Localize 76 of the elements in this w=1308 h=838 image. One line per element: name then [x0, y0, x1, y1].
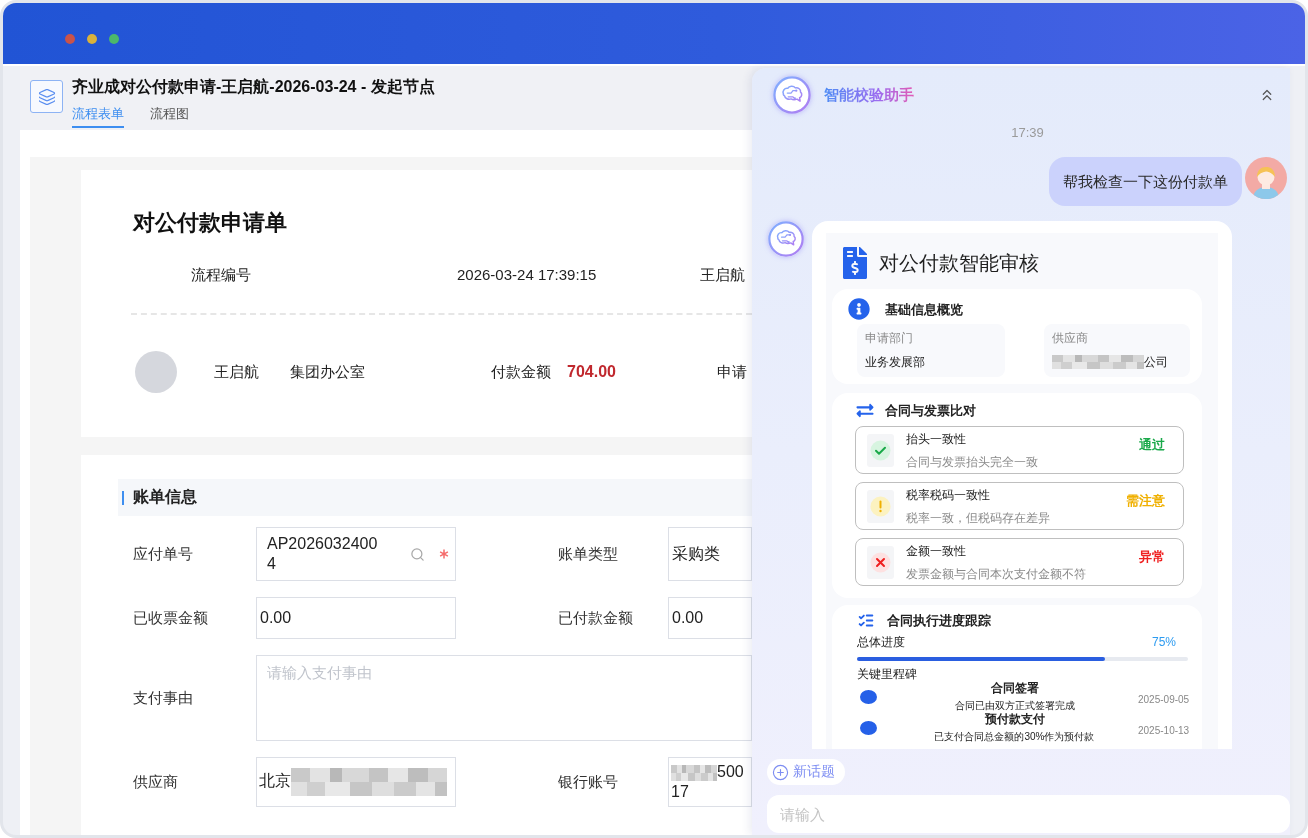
- check-title: 抬头一致性: [906, 430, 966, 447]
- milestone-detail: 合同已由双方正式签署完成: [954, 699, 1075, 712]
- section-heading: 基础信息概览: [885, 300, 963, 318]
- field-label: 申请: [717, 362, 747, 382]
- info-value: 公司: [1144, 354, 1168, 370]
- department-text: 集团办公室: [290, 362, 366, 382]
- check-title: 税率税码一致性: [906, 486, 990, 503]
- timestamp: 17:39: [1011, 126, 1044, 140]
- textarea-field[interactable]: 请输入支付事由: [256, 655, 752, 741]
- status-text: 异常: [1139, 548, 1165, 566]
- brain-chat-icon: [773, 76, 811, 114]
- progress-reading: 75%: [1151, 635, 1176, 649]
- check-mark-icon: [867, 433, 894, 467]
- form-title: 对公付款申请单: [133, 209, 287, 237]
- search-icon[interactable]: [410, 546, 425, 562]
- document-dollar-icon: [843, 247, 867, 279]
- assistant-title: 智能校验助手: [824, 85, 914, 105]
- lookup-field[interactable]: AP20260324004: [256, 527, 456, 581]
- milestone-date: 2025-10-13: [1138, 725, 1188, 736]
- process-number-label: 流程编号: [191, 265, 252, 285]
- swap-arrows-icon: [855, 402, 875, 419]
- check-detail: 税率一致，但税码存在差异: [906, 509, 1050, 526]
- exclamation-icon: [867, 489, 894, 523]
- date-time-text: 2026-03-24 17:39:15: [457, 265, 598, 285]
- text-field[interactable]: 50017: [668, 757, 752, 807]
- milestones-heading: 关键里程碑: [857, 667, 917, 681]
- milestone-title: 预付款支付: [984, 712, 1045, 727]
- plus-circle-icon: [772, 763, 789, 781]
- layers-icon: [30, 80, 63, 113]
- field-label: 供应商: [133, 771, 179, 792]
- field-label: 银行账号: [558, 771, 619, 792]
- section-heading: 合同与发票比对: [885, 402, 976, 419]
- field-label: 支付事由: [133, 687, 194, 708]
- info-icon: [848, 298, 870, 320]
- close-dot-icon[interactable]: [65, 34, 75, 44]
- applicant-name: 王启航: [214, 362, 260, 382]
- minimize-dot-icon[interactable]: [87, 34, 97, 44]
- check-title: 金额一致性: [906, 542, 966, 559]
- cross-icon: [867, 545, 894, 579]
- tab[interactable]: 流程图: [150, 105, 189, 128]
- page-title: 齐业成对公付款申请-王启航-2026-03-24 - 发起节点: [72, 77, 435, 97]
- field-label: 已付款金额: [558, 607, 634, 628]
- amount-label: 付款金额: [491, 362, 551, 382]
- milestone-detail: 已支付合同总金额的30%作为预付款: [934, 730, 1095, 743]
- amount-value: 704.00: [567, 363, 617, 381]
- field-label: 账单类型: [558, 543, 619, 564]
- text-field[interactable]: 采购类: [668, 527, 752, 581]
- avatar-photo-placeholder: [135, 351, 177, 393]
- info-label: 供应商: [1052, 330, 1088, 346]
- text-field[interactable]: 北京: [256, 757, 456, 807]
- field-label: 应付单号: [133, 543, 194, 564]
- user-avatar-icon: [1245, 157, 1287, 199]
- input-field[interactable]: 请输入: [767, 795, 1290, 833]
- check-detail: 发票金额与合同本次支付金额不符: [906, 565, 1086, 582]
- status-text: 需注意: [1126, 492, 1165, 510]
- check-detail: 合同与发票抬头完全一致: [906, 453, 1038, 470]
- info-label: 申请部门: [865, 330, 913, 346]
- report-title: 对公付款智能审核: [879, 251, 1039, 276]
- text-field[interactable]: 0.00: [668, 597, 752, 639]
- checklist-icon: [857, 612, 875, 629]
- message-bubble: 帮我检查一下这份付款单: [1049, 157, 1242, 206]
- text-field[interactable]: 0.00: [256, 597, 456, 639]
- section-heading: 合同执行进度跟踪: [887, 612, 991, 629]
- brain-chat-icon: [768, 221, 804, 257]
- field-label: 已收票金额: [133, 607, 209, 628]
- status-text: 通过: [1139, 436, 1165, 454]
- progress-label: 总体进度: [857, 635, 905, 649]
- section-title: 账单信息: [133, 487, 197, 507]
- maximize-dot-icon[interactable]: [109, 34, 119, 44]
- milestone-dot-icon: [860, 689, 877, 704]
- initiator-name: 王启航: [700, 265, 745, 285]
- milestone-title: 合同签署: [990, 681, 1039, 696]
- info-value: 业务发展部: [865, 354, 925, 370]
- milestone-date: 2025-09-05: [1138, 694, 1188, 705]
- section-accent-bar: [122, 490, 124, 505]
- milestone-dot-icon: [860, 720, 877, 735]
